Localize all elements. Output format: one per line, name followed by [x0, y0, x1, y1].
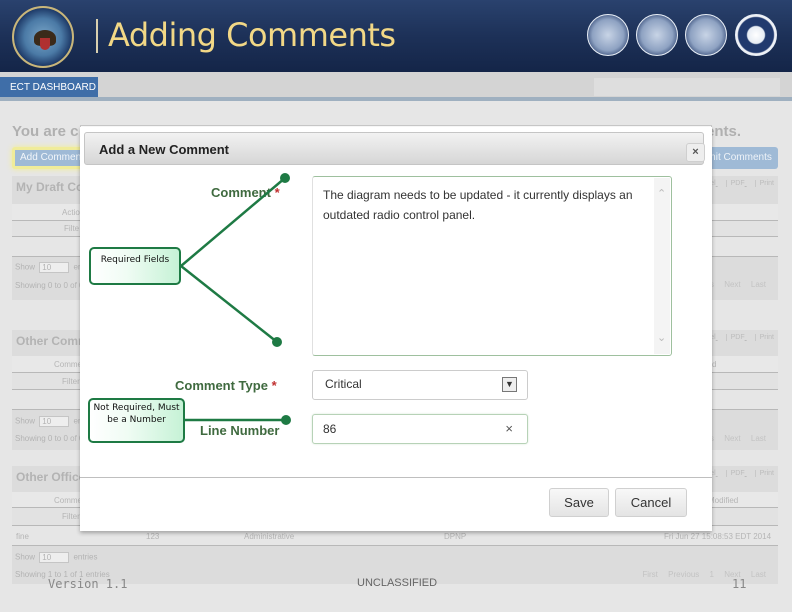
marine-corps-seal-logo: [636, 14, 678, 56]
navy-seal-logo: [685, 14, 727, 56]
header-divider: [96, 19, 98, 53]
page-size-select[interactable]: 10: [39, 262, 70, 273]
required-fields-callout: Required Fields: [89, 247, 181, 285]
line-number-input[interactable]: 86 ×: [312, 414, 528, 444]
sort-column-label: d: [712, 360, 717, 369]
export-pdf-link[interactable]: PDF: [725, 470, 745, 477]
comment-label: Comment *: [211, 185, 280, 200]
not-required-callout: Not Required, Must be a Number: [88, 398, 185, 443]
export-pdf-link[interactable]: PDF: [725, 334, 745, 341]
save-button[interactable]: Save: [549, 488, 609, 517]
filter-label: Filter: [62, 512, 80, 521]
export-print-link[interactable]: Print: [754, 470, 774, 477]
export-print-link[interactable]: Print: [754, 334, 774, 341]
sort-column-label: Modified: [708, 496, 739, 505]
nav-divider: [0, 97, 792, 101]
dod-seal-logo: [12, 6, 74, 68]
cell-line: 123: [146, 532, 160, 541]
cancel-button[interactable]: Cancel: [615, 488, 687, 517]
column-label: Comme: [54, 496, 83, 505]
show-entries: Show 10 ent: [15, 416, 85, 427]
comment-type-value: Critical: [325, 377, 362, 391]
column-label: Comme: [54, 360, 83, 369]
background-heading: You are c: [12, 123, 79, 140]
pager-first[interactable]: First: [642, 570, 658, 579]
line-number-label: Line Number: [200, 423, 280, 438]
show-label: Show: [15, 262, 36, 272]
chevron-down-icon[interactable]: ⌄: [657, 328, 666, 348]
chevron-up-icon[interactable]: ⌃: [657, 184, 666, 204]
tab-ect-dashboard[interactable]: ECT DASHBOARD: [0, 77, 98, 98]
panel-title: My Draft Co: [16, 180, 84, 194]
comment-textarea[interactable]: The diagram needs to be updated - it cur…: [312, 176, 672, 356]
pager-last[interactable]: Last: [751, 280, 766, 289]
dialog-footer-divider: [80, 477, 712, 478]
panel-title: Other Office: [16, 470, 86, 484]
comment-type-label-text: Comment Type: [175, 378, 268, 393]
show-entries: Show 10 entries: [15, 552, 98, 563]
cell-comment: fine: [16, 532, 29, 541]
classification-label: UNCLASSIFIED: [357, 577, 438, 589]
pager-page-1[interactable]: 1: [710, 570, 714, 579]
nav-right-area: [594, 78, 780, 96]
page-number: 11: [732, 577, 747, 591]
comment-label-text: Comment: [211, 185, 271, 200]
show-entries: Show 10 ent: [15, 262, 85, 273]
pager-last[interactable]: Last: [751, 434, 766, 443]
dialog-header: Add a New Comment ×: [84, 132, 705, 165]
showing-info: Showing 0 to 0 of 0: [15, 281, 84, 290]
showing-info: Showing 0 to 0 of 0: [15, 434, 84, 443]
pager-next[interactable]: Next: [724, 280, 740, 289]
clear-icon[interactable]: ×: [505, 421, 513, 436]
army-seal-logo: [587, 14, 629, 56]
panel-title: Other Comm: [16, 334, 89, 348]
page-title: Adding Comments: [108, 16, 396, 54]
column-label: Actio: [62, 208, 80, 217]
dialog-title: Add a New Comment: [99, 142, 230, 157]
shield-icon: [40, 38, 50, 50]
comment-type-select[interactable]: Critical ▼: [312, 370, 528, 400]
add-comment-dialog: Add a New Comment × Comment * The diagra…: [80, 127, 712, 531]
header-banner: Adding Comments: [0, 0, 792, 72]
export-print-link[interactable]: Print: [754, 180, 774, 187]
comment-type-label: Comment Type *: [175, 378, 277, 393]
close-icon[interactable]: ×: [686, 143, 705, 162]
page-size-select[interactable]: 10: [39, 552, 70, 563]
pager-next[interactable]: Next: [724, 434, 740, 443]
comment-text: The diagram needs to be updated - it cur…: [323, 188, 633, 222]
export-pdf-link[interactable]: PDF: [725, 180, 745, 187]
line-number-value: 86: [323, 422, 337, 436]
show-label: Show: [15, 552, 36, 562]
textarea-scrollbar[interactable]: ⌃ ⌄: [654, 178, 670, 354]
filter-label: Filter: [62, 377, 80, 386]
entries-label: entries: [73, 552, 98, 562]
chevron-down-icon[interactable]: ▼: [502, 377, 517, 392]
pager-previous[interactable]: Previous: [668, 570, 699, 579]
filter-label: Filte: [64, 224, 80, 233]
cell-type: Administrative: [244, 532, 295, 541]
cell-office: DPNP: [444, 532, 467, 541]
required-asterisk: *: [274, 185, 280, 200]
show-label: Show: [15, 416, 36, 426]
required-asterisk: *: [271, 378, 277, 393]
page-size-select[interactable]: 10: [39, 416, 70, 427]
air-force-seal-logo: [735, 14, 777, 56]
cell-modified: Fri Jun 27 15:08:53 EDT 2014: [664, 532, 772, 541]
submit-comments-button[interactable]: nit Comments: [704, 147, 778, 169]
version-label: Version 1.1: [48, 577, 128, 591]
pager-last[interactable]: Last: [751, 570, 766, 579]
